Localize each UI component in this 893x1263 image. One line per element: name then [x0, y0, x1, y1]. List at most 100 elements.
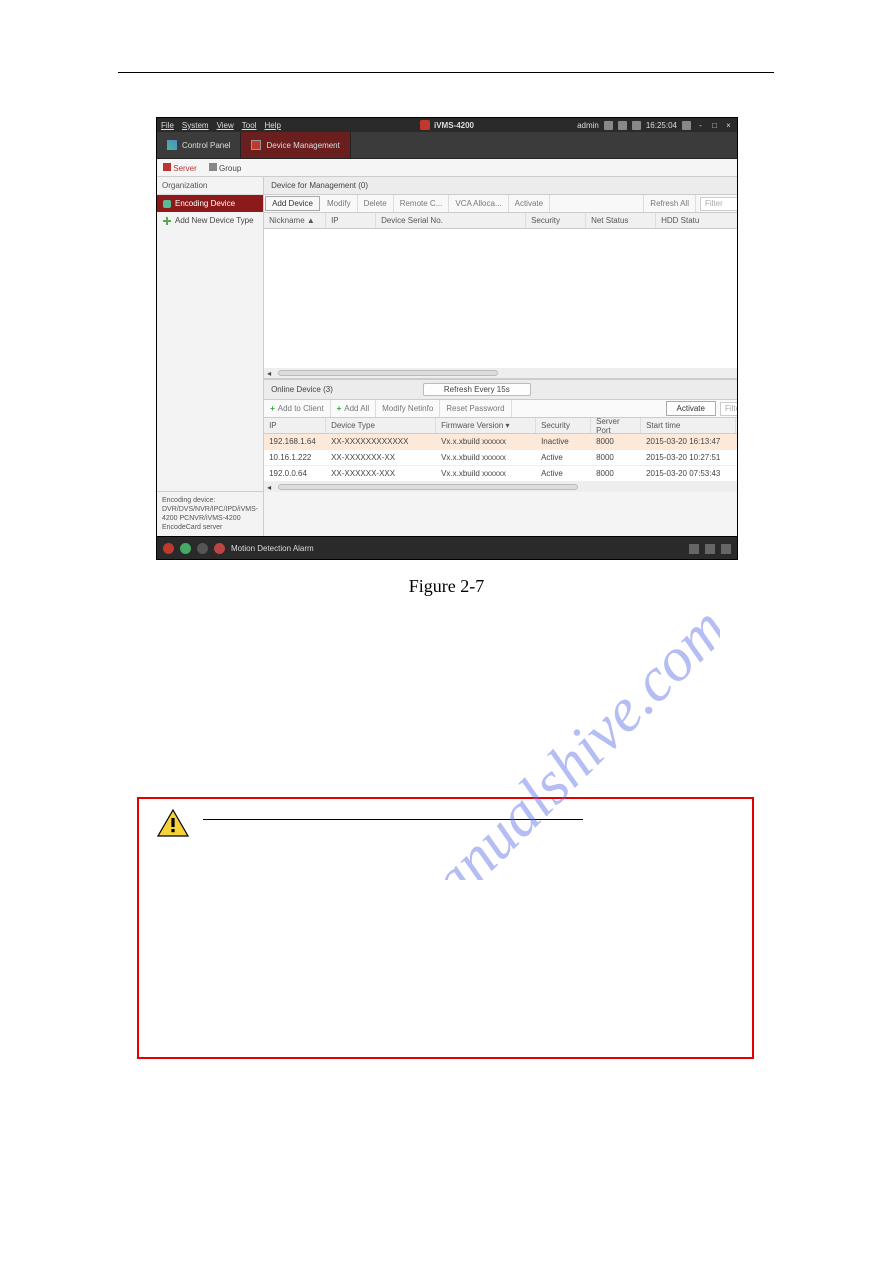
scrollbar-thumb[interactable] [278, 370, 498, 376]
close-button[interactable]: × [724, 121, 733, 130]
tab-control-panel[interactable]: Control Panel [157, 132, 241, 158]
ocol-ip[interactable]: IP [264, 418, 326, 433]
tab-label: Device Management [266, 141, 339, 150]
cell-type: XX-XXXXXX-XXX [326, 469, 436, 478]
table-row[interactable]: 192.168.1.64 XX-XXXXXXXXXXXX Vx.x.xbuild… [264, 434, 738, 450]
menu-tool[interactable]: Tool [242, 121, 257, 130]
warning-underline [203, 819, 583, 820]
control-panel-icon [167, 140, 177, 150]
online-horizontal-scrollbar[interactable]: ◂ [264, 482, 738, 492]
add-all-button[interactable]: +Add All [331, 400, 377, 417]
remote-config-button[interactable]: Remote C... [394, 195, 450, 212]
status-bar: Motion Detection Alarm [157, 536, 737, 560]
activate-button[interactable]: Activate [509, 195, 550, 212]
subtab-group[interactable]: Group [209, 163, 241, 173]
add-to-client-button[interactable]: +Add to Client [264, 400, 330, 417]
group-icon [209, 163, 217, 171]
device-management-icon [251, 140, 261, 150]
cell-fw: Vx.x.xbuild xxxxxx [436, 453, 536, 462]
scrollbar-thumb[interactable] [278, 484, 578, 490]
cell-start: 2015-03-20 07:53:43 [641, 469, 736, 478]
globe-icon[interactable] [604, 121, 613, 130]
col-ip[interactable]: IP [326, 213, 376, 228]
menu-system[interactable]: System [182, 121, 209, 130]
server-icon [163, 163, 171, 171]
minimize-button[interactable]: - [696, 121, 705, 130]
modify-button[interactable]: Modify [321, 195, 358, 212]
maximize-button[interactable]: □ [710, 121, 719, 130]
ocol-device-type[interactable]: Device Type [326, 418, 436, 433]
menu-help[interactable]: Help [264, 121, 280, 130]
sidebar-item-encoding-device[interactable]: Encoding Device [157, 195, 263, 212]
col-hdd[interactable]: HDD Statu [656, 213, 738, 228]
shield-icon[interactable] [180, 543, 191, 554]
cell-sec: Inactive [536, 437, 591, 446]
cell-port: 8000 [591, 437, 641, 446]
sidebar: Organization Encoding Device Add New Dev… [157, 177, 264, 536]
online-grid-header: IP Device Type Firmware Version ▾ Securi… [264, 418, 738, 434]
activate-online-button[interactable]: Activate [666, 401, 716, 416]
user-label: admin [577, 121, 599, 130]
lock-icon[interactable] [682, 121, 691, 130]
table-row[interactable]: 10.16.1.222 XX-XXXXXXX-XX Vx.x.xbuild xx… [264, 450, 738, 466]
refresh-every-button[interactable]: Refresh Every 15s [423, 383, 531, 396]
cell-start: 2015-03-20 16:13:47 [641, 437, 736, 446]
subtab-label: Group [219, 164, 241, 173]
menu-view[interactable]: View [217, 121, 234, 130]
add-device-button[interactable]: Add Device [265, 196, 320, 211]
tab-device-management[interactable]: Device Management [241, 132, 350, 158]
sidebar-item-add-new[interactable]: Add New Device Type [157, 212, 263, 229]
app-window: File System View Tool Help iVMS-4200 adm… [156, 117, 738, 560]
vca-alloca-button[interactable]: VCA Alloca... [449, 195, 508, 212]
filter-input[interactable]: Filter [700, 197, 738, 211]
col-serial[interactable]: Device Serial No. [376, 213, 526, 228]
collapse-icon[interactable] [721, 544, 731, 554]
pin-icon[interactable] [689, 544, 699, 554]
menubar: File System View Tool Help iVMS-4200 adm… [157, 118, 737, 132]
cell-ac: No... [736, 469, 738, 478]
figure-caption: Figure 2-7 [0, 576, 893, 597]
cell-fw: Vx.x.xbuild xxxxxx [436, 437, 536, 446]
app-title: iVMS-4200 [434, 121, 474, 130]
mail-icon[interactable] [197, 543, 208, 554]
monitor-icon[interactable] [632, 121, 641, 130]
sidebar-footer: Encoding device: DVR/DVS/NVR/IPC/IPD/iVM… [157, 491, 263, 536]
online-filter-input[interactable]: Filter [720, 402, 738, 416]
page-header-rule [118, 72, 774, 73]
cell-start: 2015-03-20 10:27:51 [641, 453, 736, 462]
ocol-server-port[interactable]: Server Port [591, 418, 641, 433]
popout-icon[interactable] [705, 544, 715, 554]
screen-icon[interactable] [618, 121, 627, 130]
ocol-ac[interactable]: Ac [736, 418, 738, 433]
refresh-all-button[interactable]: Refresh All [643, 195, 696, 212]
cell-type: XX-XXXXXXX-XX [326, 453, 436, 462]
ocol-security[interactable]: Security [536, 418, 591, 433]
sidebar-title: Organization [157, 177, 263, 195]
camera-icon [163, 200, 171, 208]
table-row[interactable]: 192.0.0.64 XX-XXXXXX-XXX Vx.x.xbuild xxx… [264, 466, 738, 482]
ocol-start-time[interactable]: Start time [641, 418, 736, 433]
reset-password-button[interactable]: Reset Password [440, 400, 511, 417]
col-nickname[interactable]: Nickname ▲ [264, 213, 326, 228]
speaker-icon[interactable] [214, 543, 225, 554]
warning-box [137, 797, 754, 1059]
cell-ip: 192.168.1.64 [264, 437, 326, 446]
online-toolbar: +Add to Client +Add All Modify Netinfo R… [264, 400, 738, 418]
management-panel-title: Device for Management (0) [264, 177, 738, 195]
clock-time: 16:25:04 [646, 121, 677, 130]
menu-file[interactable]: File [161, 121, 174, 130]
col-security[interactable]: Security [526, 213, 586, 228]
status-text: Motion Detection Alarm [231, 544, 314, 553]
modify-netinfo-button[interactable]: Modify Netinfo [376, 400, 440, 417]
cell-type: XX-XXXXXXXXXXXX [326, 437, 436, 446]
management-toolbar: Add Device Modify Delete Remote C... VCA… [264, 195, 738, 213]
horizontal-scrollbar[interactable]: ◂ [264, 368, 738, 378]
alert-icon[interactable] [163, 543, 174, 554]
subtab-server[interactable]: Server [163, 163, 197, 173]
app-logo-icon [420, 120, 430, 130]
delete-button[interactable]: Delete [358, 195, 394, 212]
online-grid-body: 192.168.1.64 XX-XXXXXXXXXXXX Vx.x.xbuild… [264, 434, 738, 492]
col-net-status[interactable]: Net Status [586, 213, 656, 228]
ocol-firmware[interactable]: Firmware Version ▾ [436, 418, 536, 433]
online-panel-title: Online Device (3) Refresh Every 15s [264, 379, 738, 400]
